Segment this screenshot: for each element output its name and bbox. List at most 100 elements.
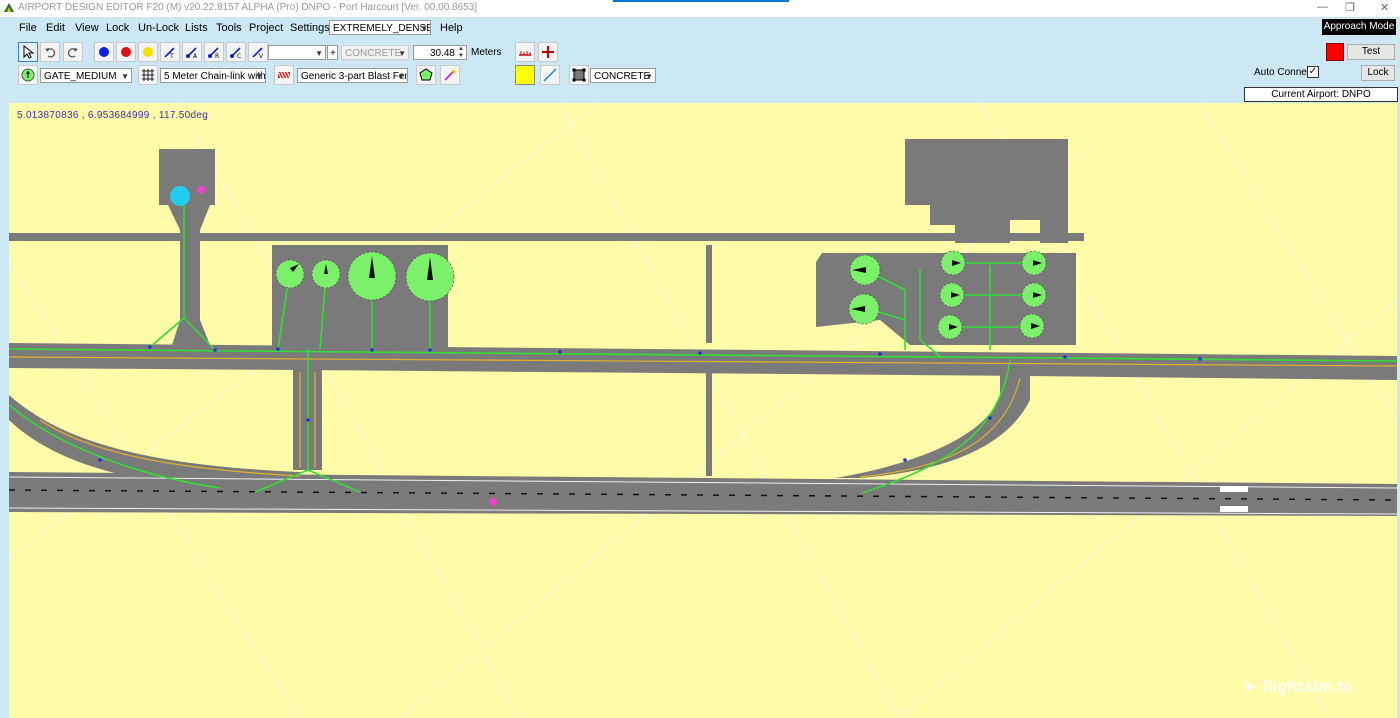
blast-fence-select[interactable]: Generic 3-part Blast Fence▼ [297, 68, 408, 83]
yellow-dot-icon [143, 47, 153, 57]
diagonal-line-icon [543, 68, 557, 82]
minimize-button[interactable]: — [1317, 1, 1328, 13]
auto-connect-label: Auto Connect [1254, 67, 1315, 78]
svg-text:V: V [259, 53, 264, 59]
ruler-icon [519, 51, 531, 56]
surface-value-bottom: CONCRETE [594, 71, 651, 82]
select-tool-button[interactable] [18, 42, 38, 62]
menu-view[interactable]: View [75, 22, 99, 34]
auto-connect-checkbox[interactable]: ✓ [1307, 66, 1319, 78]
surface-select-top[interactable]: CONCRETE ▼ [341, 45, 409, 60]
approach-mode-button[interactable]: Approach Mode [1322, 19, 1396, 35]
menu-settings[interactable]: Settings [290, 22, 330, 34]
blast-fence-tool-button[interactable] [274, 65, 294, 85]
current-airport-label: Current Airport: DNPO [1244, 87, 1398, 102]
gate-type-select[interactable]: GATE_MEDIUM ▼ [40, 68, 132, 83]
menu-project[interactable]: Project [249, 22, 283, 34]
menu-lock[interactable]: Lock [106, 22, 129, 34]
undo-button[interactable] [40, 42, 60, 62]
fence-type-select[interactable]: 5 Meter Chain-link with be▼ [160, 68, 266, 83]
grid-lines [9, 103, 1397, 718]
measure-button[interactable] [515, 42, 535, 62]
blast-fence-value: Generic 3-part Blast Fence [301, 71, 407, 82]
blue-dot-icon [99, 47, 109, 57]
size-value: 30.48 [429, 48, 455, 59]
unit-label: Meters [471, 47, 502, 58]
yellow-fill-button[interactable] [515, 65, 535, 85]
line-tool-icon: V [252, 47, 264, 59]
menu-unlock[interactable]: Un-Lock [138, 22, 179, 34]
surface-value-top: CONCRETE [345, 48, 402, 59]
watermark-label: flightsim.to [1261, 677, 1354, 696]
line-style-select[interactable]: ▼ [268, 45, 326, 60]
pentagon-icon [419, 68, 433, 81]
add-point-button[interactable] [538, 42, 558, 62]
surface-select-bottom[interactable]: CONCRETE ▼ [590, 68, 656, 83]
title-progress-indicator [613, 0, 789, 2]
airport-map-canvas[interactable] [9, 103, 1397, 718]
wand-icon [444, 69, 457, 81]
taxiway-line-c-button[interactable]: C [226, 42, 246, 62]
menu-bar: File Edit View Lock Un-Lock Lists Tools … [0, 18, 1320, 38]
taxiway-line-v-button[interactable]: V [248, 42, 268, 62]
line-tool-icon: A [186, 47, 198, 59]
close-button[interactable]: ✕ [1380, 1, 1389, 14]
blue-node-button[interactable] [94, 42, 114, 62]
restore-button[interactable]: ❐ [1345, 1, 1355, 14]
taxiway-line-a-button[interactable]: A [182, 42, 202, 62]
chevron-down-icon: ▼ [121, 72, 129, 81]
color-swatch-red[interactable] [1326, 43, 1344, 61]
chevron-down-icon: ▼ [315, 49, 323, 58]
line-tool-icon: T [164, 47, 175, 59]
menu-file[interactable]: File [19, 22, 37, 34]
chevron-down-icon: ▼ [420, 24, 428, 33]
size-stepper[interactable]: 30.48 ▲ ▼ [413, 45, 467, 60]
stepper-arrows-icon: ▲ ▼ [458, 46, 464, 59]
chevron-down-icon: ▼ [397, 72, 405, 81]
watermark-text: ➤ flightsim.to [1243, 677, 1354, 697]
plus-icon [542, 46, 554, 58]
density-select[interactable]: EXTREMELY_DENSE ▼ [329, 20, 431, 35]
fence-tool-button[interactable] [138, 65, 158, 85]
gate-icon [21, 68, 35, 82]
red-dot-icon [121, 47, 131, 57]
surface-square-icon [572, 68, 586, 82]
density-value: EXTREMELY_DENSE [333, 23, 431, 34]
taxiway-line-r-button[interactable]: R [204, 42, 224, 62]
pavement [9, 139, 1397, 516]
chevron-down-icon: ▼ [255, 72, 263, 81]
redo-icon [67, 48, 78, 58]
chevron-down-icon: ▼ [398, 49, 406, 58]
edge-line-button[interactable] [540, 65, 560, 85]
surface-tool-button[interactable] [569, 65, 589, 85]
cursor-coordinates: 5.013870836 , 6.953684999 , 117.50deg [17, 110, 209, 121]
fence-type-value: 5 Meter Chain-link with be [164, 71, 266, 82]
cursor-icon [23, 45, 35, 59]
menu-lists[interactable]: Lists [185, 22, 208, 34]
line-tool-icon: R [208, 47, 219, 59]
polygon-tool-button[interactable] [416, 65, 436, 85]
redo-button[interactable] [63, 42, 83, 62]
svg-text:C: C [237, 53, 241, 59]
yellow-node-button[interactable] [138, 42, 158, 62]
menu-help[interactable]: Help [440, 22, 463, 34]
airport-layout [9, 103, 1397, 718]
taxiway-line-t-button[interactable]: T [160, 42, 180, 62]
menu-tools[interactable]: Tools [216, 22, 242, 34]
blast-fence-icon [277, 71, 291, 79]
gate-type-value: GATE_MEDIUM [44, 71, 117, 82]
magic-line-button[interactable] [440, 65, 460, 85]
undo-icon [45, 48, 56, 58]
svg-text:A: A [193, 53, 198, 59]
menu-edit[interactable]: Edit [46, 22, 65, 34]
add-button[interactable]: + [327, 45, 338, 60]
app-icon [4, 3, 14, 12]
chevron-down-icon: ▼ [645, 72, 653, 81]
lock-button[interactable]: Lock [1361, 65, 1395, 81]
test-button[interactable]: Test [1347, 44, 1395, 60]
red-node-button[interactable] [116, 42, 136, 62]
title-bar: AIRPORT DESIGN EDITOR F20 (M) v20.22.815… [0, 0, 1400, 17]
window-title: AIRPORT DESIGN EDITOR F20 (M) v20.22.815… [18, 2, 478, 13]
line-tool-icon: C [230, 47, 241, 59]
gate-tool-button[interactable] [18, 65, 38, 85]
